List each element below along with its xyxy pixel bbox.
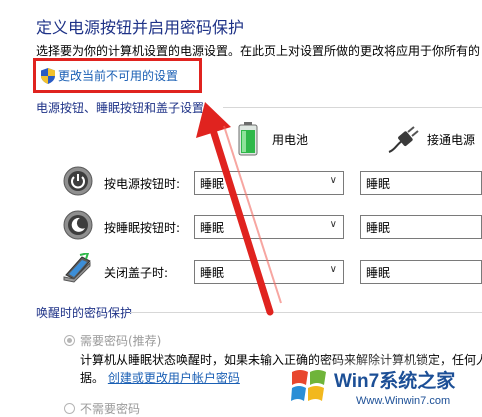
section-divider: [223, 107, 482, 108]
chevron-down-icon: ∨: [329, 264, 337, 275]
uac-shield-icon: [41, 67, 55, 84]
change-settings-link[interactable]: 更改当前不可用的设置: [41, 67, 178, 84]
change-settings-label: 更改当前不可用的设置: [58, 69, 179, 83]
require-password-description-line2: 据。 创建或更改用户帐户密码: [80, 369, 240, 386]
power-button-battery-select[interactable]: 睡眠 ∨: [194, 171, 344, 195]
battery-icon: [238, 122, 258, 156]
page-title: 定义电源按钮并启用密码保护: [36, 18, 245, 37]
require-password-label: 需要密码(推荐): [80, 334, 162, 348]
sleep-button-battery-value: 睡眠: [200, 220, 225, 235]
power-button-icon: [63, 166, 93, 196]
sleep-button-battery-select[interactable]: 睡眠 ∨: [194, 215, 344, 239]
laptop-lid-icon: [63, 253, 91, 283]
no-password-radio[interactable]: [64, 403, 75, 414]
power-button-plugged-value: 睡眠: [366, 176, 391, 191]
power-button-label: 按电源按钮时:: [104, 177, 181, 191]
plugged-in-column-label: 接通电源: [427, 133, 476, 147]
power-plug-icon: [388, 126, 419, 153]
sleep-button-label: 按睡眠按钮时:: [104, 221, 181, 235]
sleep-button-plugged-select[interactable]: 睡眠: [360, 215, 482, 239]
no-password-label: 不需要密码: [80, 402, 141, 416]
description-suffix: 据。: [80, 371, 105, 385]
wake-section-title: 唤醒时的密码保护: [36, 306, 133, 320]
chevron-down-icon: ∨: [329, 175, 337, 186]
power-button-plugged-select[interactable]: 睡眠: [360, 171, 482, 195]
watermark-url: Www.Winwin7.com: [356, 395, 451, 407]
sleep-button-plugged-value: 睡眠: [366, 220, 391, 235]
watermark-brand: Win7系统之家: [334, 371, 456, 392]
wake-section-divider: [130, 312, 482, 313]
chevron-down-icon: ∨: [329, 219, 337, 230]
require-password-radio[interactable]: [64, 335, 75, 346]
lid-close-plugged-select[interactable]: 睡眠: [360, 260, 482, 284]
sleep-button-icon: [63, 210, 93, 240]
power-section-title: 电源按钮、睡眠按钮和盖子设置: [36, 101, 205, 115]
create-password-link[interactable]: 创建或更改用户帐户密码: [108, 371, 240, 385]
lid-close-battery-value: 睡眠: [200, 265, 225, 280]
battery-column-label: 用电池: [272, 133, 309, 147]
lid-close-plugged-value: 睡眠: [366, 265, 391, 280]
power-button-battery-value: 睡眠: [200, 176, 225, 191]
lid-close-battery-select[interactable]: 睡眠 ∨: [194, 260, 344, 284]
page-description: 选择要为你的计算机设置的电源设置。在此页上对设置所做的更改将应用于你所有的: [36, 44, 481, 58]
lid-close-label: 关闭盖子时:: [104, 266, 169, 280]
